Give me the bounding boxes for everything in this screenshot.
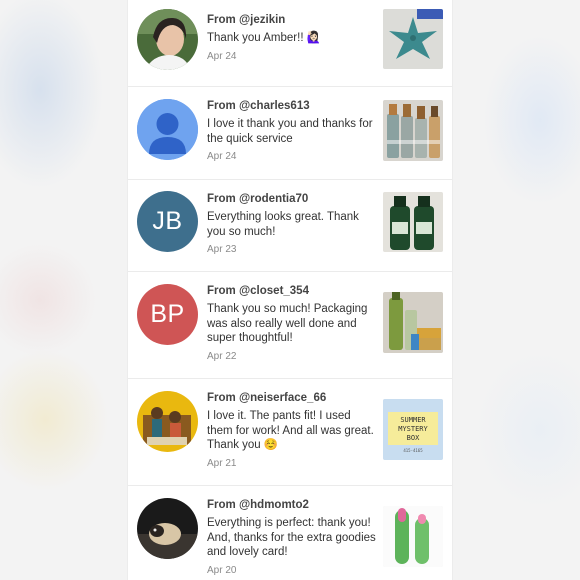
feedback-message: I love it. The pants fit! I used them fo… bbox=[207, 410, 374, 451]
feedback-date: Apr 24 bbox=[207, 50, 237, 62]
feedback-message: I love it thank you and thanks for the q… bbox=[207, 118, 373, 145]
svg-text:SUMMER: SUMMER bbox=[400, 416, 426, 424]
listing-thumbnail[interactable] bbox=[383, 100, 443, 161]
svg-text:415-4165: 415-4165 bbox=[403, 448, 423, 453]
sender-name[interactable]: From @neiserface_66 bbox=[207, 391, 377, 405]
feedback-item[interactable]: From @charles613 I love it thank you and… bbox=[128, 86, 452, 180]
bottles-photo bbox=[383, 100, 443, 161]
sender-name[interactable]: From @rodentia70 bbox=[207, 192, 377, 206]
feedback-date: Apr 24 bbox=[207, 151, 237, 162]
summer-mystery-box-photo: SUMMER MYSTERY BOX 415-4165 bbox=[383, 399, 443, 460]
avatar-initials: JB bbox=[152, 207, 183, 235]
user-avatar[interactable] bbox=[137, 391, 198, 452]
products-photo bbox=[383, 292, 443, 353]
feedback-message: Thank you Amber!! 🙋🏻‍♀️ bbox=[207, 32, 322, 44]
default-user-icon bbox=[137, 99, 198, 160]
feedback-message: Everything is perfect: thank you! And, t… bbox=[207, 517, 376, 558]
user-avatar[interactable] bbox=[137, 9, 198, 70]
listing-thumbnail[interactable] bbox=[383, 192, 443, 252]
listing-thumbnail[interactable] bbox=[383, 506, 443, 567]
feedback-list: From @jezikin Thank you Amber!! 🙋🏻‍♀️ Ap… bbox=[128, 0, 452, 580]
svg-text:BOX: BOX bbox=[407, 434, 420, 442]
feedback-item[interactable]: From @hdmomto2 Everything is perfect: th… bbox=[128, 485, 452, 580]
feedback-message: Thank you so much! Packaging was also re… bbox=[207, 303, 368, 344]
sender-name[interactable]: From @closet_354 bbox=[207, 284, 377, 298]
sender-name[interactable]: From @jezikin bbox=[207, 13, 377, 27]
avatar-initials: BP bbox=[150, 300, 185, 328]
feedback-item[interactable]: BP From @closet_354 Thank you so much! P… bbox=[128, 271, 452, 379]
feedback-item[interactable]: From @jezikin Thank you Amber!! 🙋🏻‍♀️ Ap… bbox=[128, 0, 452, 87]
user-avatar[interactable] bbox=[137, 498, 198, 559]
sender-name[interactable]: From @charles613 bbox=[207, 99, 377, 113]
green-bottles-photo bbox=[383, 192, 443, 252]
listing-thumbnail[interactable] bbox=[383, 9, 443, 69]
feedback-item[interactable]: From @neiserface_66 I love it. The pants… bbox=[128, 378, 452, 486]
sender-name[interactable]: From @hdmomto2 bbox=[207, 498, 377, 512]
listing-thumbnail[interactable] bbox=[383, 292, 443, 353]
user-photo-people bbox=[137, 391, 198, 452]
svg-text:MYSTERY: MYSTERY bbox=[398, 425, 428, 433]
user-photo-pug bbox=[137, 498, 198, 559]
starfish-photo bbox=[383, 9, 443, 69]
feedback-message: Everything looks great. Thank you so muc… bbox=[207, 211, 359, 238]
feedback-item[interactable]: JB From @rodentia70 Everything looks gre… bbox=[128, 179, 452, 272]
user-photo-woman bbox=[137, 9, 198, 70]
feedback-date: Apr 23 bbox=[207, 244, 237, 255]
feedback-date: Apr 22 bbox=[207, 350, 237, 362]
user-avatar[interactable] bbox=[137, 99, 198, 160]
user-avatar[interactable]: JB bbox=[137, 191, 198, 252]
feedback-date: Apr 21 bbox=[207, 457, 237, 469]
feedback-date: Apr 20 bbox=[207, 564, 237, 576]
listing-thumbnail[interactable]: SUMMER MYSTERY BOX 415-4165 bbox=[383, 399, 443, 460]
aloe-lipstick-photo bbox=[383, 506, 443, 567]
user-avatar[interactable]: BP bbox=[137, 284, 198, 345]
